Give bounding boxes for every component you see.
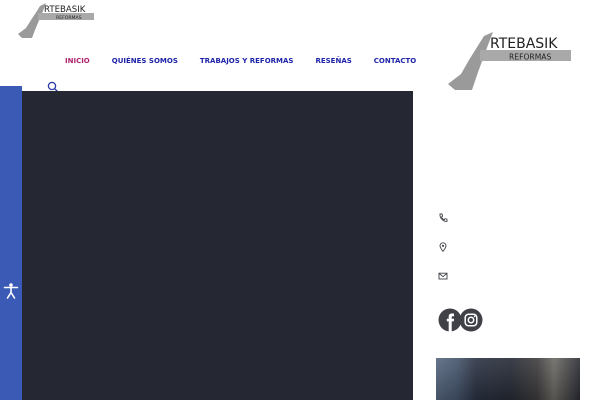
- hero-section: [22, 91, 413, 400]
- instagram-icon[interactable]: [457, 306, 485, 334]
- email-icon[interactable]: [438, 271, 448, 281]
- accessibility-icon[interactable]: [2, 282, 20, 300]
- nav-item-quienes-somos[interactable]: QUIÉNES SOMOS: [112, 57, 178, 65]
- location-icon[interactable]: [438, 242, 448, 252]
- phone-icon[interactable]: [438, 213, 448, 223]
- logo-top-line1: RTEBASIK: [44, 5, 86, 15]
- nav-item-trabajos-y-reformas[interactable]: TRABAJOS Y REFORMAS: [200, 57, 294, 65]
- logo-a-shape: [18, 3, 46, 38]
- main-nav: INICIO QUIÉNES SOMOS TRABAJOS Y REFORMAS…: [55, 52, 416, 70]
- thumbnail-shade: [436, 358, 580, 400]
- nav-item-contacto[interactable]: CONTACTO: [374, 57, 416, 65]
- logo-sidebar[interactable]: RTEBASIK REFORMAS: [444, 30, 574, 94]
- logo-top-line2: REFORMAS: [56, 15, 82, 21]
- accessibility-strip: [0, 86, 22, 400]
- logo-top[interactable]: RTEBASIK REFORMAS: [16, 2, 96, 40]
- logo-side-line2: REFORMAS: [509, 53, 551, 62]
- logo-side-line1: RTEBASIK: [490, 36, 558, 52]
- nav-item-resenas[interactable]: RESEÑAS: [315, 57, 351, 65]
- nav-item-inicio[interactable]: INICIO: [65, 57, 90, 65]
- gallery-thumbnail[interactable]: [436, 358, 580, 400]
